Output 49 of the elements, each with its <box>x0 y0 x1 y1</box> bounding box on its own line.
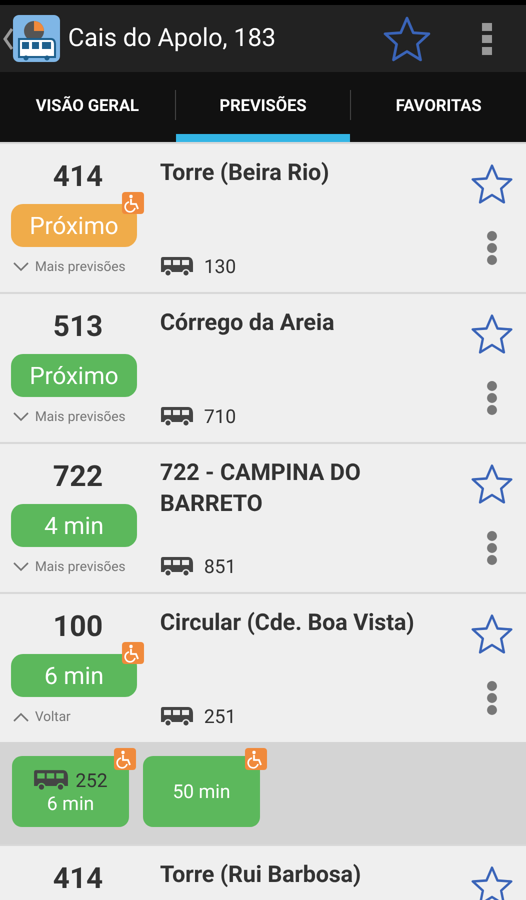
arrival-badge: 6 min <box>11 654 137 697</box>
route-name: Torre (Rui Barbosa) <box>160 860 362 890</box>
bus-icon <box>160 256 194 278</box>
toggle-link[interactable]: Mais previsões <box>35 559 126 575</box>
star-icon[interactable] <box>470 312 514 356</box>
vehicle-number: 130 <box>204 255 236 278</box>
bus-icon <box>160 556 194 578</box>
overflow-menu-icon[interactable] <box>482 22 492 54</box>
app-logo-icon <box>13 15 60 62</box>
arrival-badge: 4 min <box>11 504 137 547</box>
star-icon[interactable] <box>470 162 514 206</box>
more-options-icon[interactable] <box>486 680 498 716</box>
toggle-link[interactable]: Mais previsões <box>35 259 126 275</box>
route-number: 513 <box>52 310 104 346</box>
arrival-badge: Próximo <box>11 204 137 247</box>
bus-icon <box>160 406 194 428</box>
back-chevron-icon[interactable] <box>3 28 13 50</box>
arrival-badge: Próximo <box>11 354 137 397</box>
more-options-icon[interactable] <box>486 380 498 416</box>
chevron-icon[interactable] <box>13 562 29 572</box>
vehicle-number: 710 <box>204 405 236 428</box>
arrival-time: 6 min <box>46 792 94 814</box>
toggle-link[interactable]: Voltar <box>35 709 71 725</box>
toggle-link[interactable]: Mais previsões <box>35 409 126 425</box>
route-name: Córrego da Areia <box>160 308 336 338</box>
more-options-icon[interactable] <box>486 230 498 266</box>
prediction-chip[interactable]: 252 6 min <box>12 756 129 827</box>
bus-icon <box>160 706 194 728</box>
route-number: 100 <box>52 610 104 646</box>
route-number: 722 <box>52 460 104 496</box>
prediction-chip[interactable]: 50 min <box>143 756 260 827</box>
star-icon[interactable] <box>470 612 514 656</box>
chevron-icon[interactable] <box>13 412 29 422</box>
vehicle-number: 251 <box>204 705 236 728</box>
route-name: 722 - CAMPINA DO BARRETO <box>160 458 362 519</box>
route-name: Torre (Beira Rio) <box>160 158 330 188</box>
arrival-time: 50 min <box>172 780 230 803</box>
route-name: Circular (Cde. Boa Vista) <box>160 608 416 638</box>
star-icon[interactable] <box>470 864 514 900</box>
chevron-icon[interactable] <box>13 262 29 272</box>
chevron-icon[interactable] <box>13 712 29 722</box>
bus-icon <box>33 768 70 792</box>
more-options-icon[interactable] <box>486 530 498 566</box>
window-title: Cais do Apolo, 183 <box>68 24 277 53</box>
route-number: 414 <box>52 160 104 196</box>
vehicle-number: 851 <box>204 555 236 578</box>
vehicle-number: 252 <box>75 768 108 792</box>
route-number: 414 <box>52 862 104 898</box>
star-icon[interactable] <box>470 462 514 506</box>
